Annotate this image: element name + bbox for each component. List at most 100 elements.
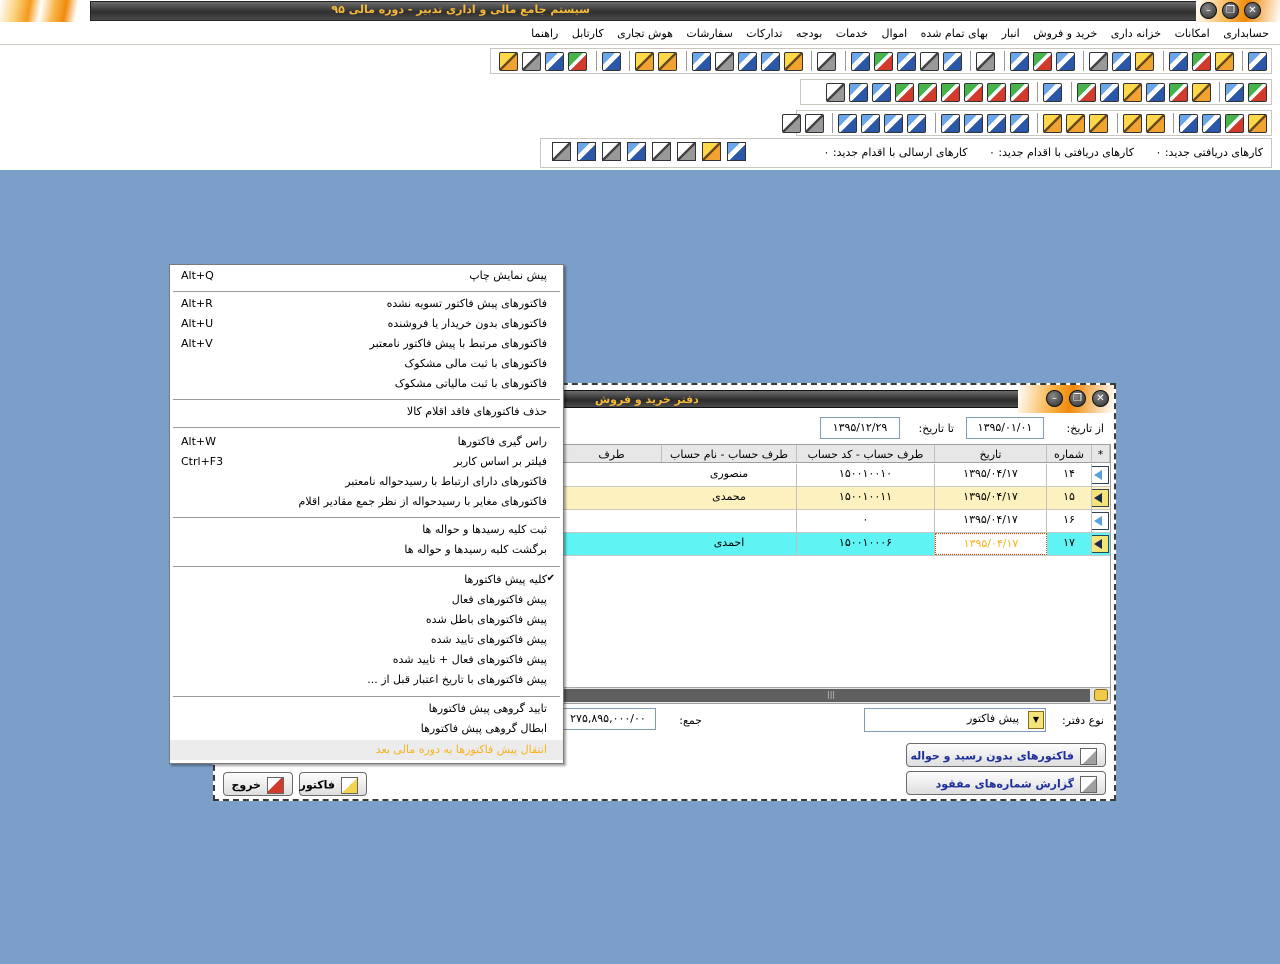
row-marker[interactable] (1091, 466, 1109, 484)
delete-col-icon[interactable] (1145, 82, 1165, 102)
doc-icon[interactable] (1112, 51, 1131, 71)
align-icon[interactable] (1099, 82, 1119, 102)
unreceived-invoices-button[interactable]: فاکتورهای بدون رسید و حواله (906, 743, 1106, 767)
sheet8-icon[interactable] (838, 113, 857, 133)
menu-item-group-cancel[interactable]: ابطال گروهی پیش فاکتورها (170, 719, 563, 739)
gear-icon[interactable] (577, 142, 596, 161)
menu-item-active-proforma[interactable]: پیش فاکتورهای فعال (170, 590, 563, 610)
menu-item-suspicious-tax[interactable]: فاکتورهای با ثبت مالیاتی مشکوک (170, 374, 563, 394)
table-icon[interactable] (1248, 51, 1267, 71)
sheet5-icon[interactable] (907, 113, 926, 133)
house3-icon[interactable] (1089, 113, 1108, 133)
menu-assets[interactable]: اموال (876, 25, 912, 42)
menu-item-invalid-receipt[interactable]: فاکتورهای دارای ارتباط با رسیدحواله نامع… (170, 472, 563, 492)
sheet3-icon[interactable] (963, 113, 983, 133)
lock-doc-icon[interactable] (783, 51, 803, 71)
menu-procurement[interactable]: تدارکات (741, 25, 787, 42)
horizontal-scrollbar[interactable] (564, 687, 1110, 703)
wrench-icon[interactable] (552, 142, 571, 161)
minimize-icon[interactable]: – (1200, 2, 1217, 19)
copy2-icon[interactable] (714, 51, 734, 71)
cell-date[interactable]: ۱۳۹۵/۰۴/۱۷ (935, 533, 1047, 555)
grid-icon[interactable] (1191, 51, 1211, 71)
report-icon[interactable] (1214, 51, 1234, 71)
table-row[interactable]: ۱۷ ۱۳۹۵/۰۴/۱۷ ۱۵۰۰۱۰۰۰۶ احمدی (564, 533, 1110, 556)
header-account-code[interactable]: طرف حساب - کد حساب (797, 445, 935, 462)
split-icon[interactable] (894, 82, 914, 102)
menu-accounting[interactable]: حسابداری (1218, 25, 1274, 42)
home-icon[interactable] (1248, 113, 1267, 133)
mail-icon[interactable] (1202, 113, 1221, 133)
filter-icon[interactable] (1191, 82, 1211, 102)
dialog-restore-icon[interactable]: ❐ (1069, 390, 1086, 407)
menu-item-no-party[interactable]: فاکتورهای بدون خریدار یا فروشنده Alt+U (170, 314, 563, 334)
menu-item-register-all[interactable]: ثبت کلیه رسیدها و حواله ها (170, 520, 563, 540)
received-action-count[interactable]: کارهای دریافتی با اقدام جدید: ۰ (989, 146, 1134, 159)
copy-icon[interactable] (1032, 51, 1052, 71)
house-icon[interactable] (1145, 113, 1165, 133)
transfer-icon[interactable] (737, 51, 757, 71)
menu-item-invalid-proforma[interactable]: فاکتورهای مرتبط با پیش فاکتور نامعتبر Alt… (170, 334, 563, 354)
chart2-icon[interactable] (1225, 113, 1244, 133)
pin-icon[interactable] (601, 51, 621, 71)
sheet-icon[interactable] (1009, 113, 1029, 133)
menu-cartable[interactable]: کارتابل (567, 25, 609, 42)
sheet7-icon[interactable] (861, 113, 880, 133)
sort-icon[interactable] (1225, 82, 1244, 102)
add-col-icon[interactable] (1168, 82, 1188, 102)
menu-item-all-proforma[interactable]: ✔ کلیه پیش فاکتورها (170, 570, 563, 590)
search-icon[interactable] (817, 51, 836, 71)
tree-icon[interactable] (873, 51, 893, 71)
header-number[interactable]: شماره (1047, 445, 1092, 462)
cards-icon[interactable] (652, 142, 671, 161)
dialog-minimize-icon[interactable]: – (1046, 390, 1063, 407)
restore-icon[interactable]: ❐ (1222, 2, 1239, 19)
from-date-field[interactable]: ۱۳۹۵/۰۱/۰۱ (966, 417, 1044, 439)
move-down-icon[interactable] (986, 82, 1006, 102)
menu-help[interactable]: راهنما (526, 25, 563, 42)
stack2-icon[interactable] (677, 142, 696, 161)
sum-icon[interactable] (1122, 82, 1142, 102)
sheet2-icon[interactable] (986, 113, 1006, 133)
avatar[interactable] (1043, 82, 1062, 102)
menu-item-print-preview[interactable]: پیش نمایش چاپ Alt+Q (170, 266, 563, 286)
move-up-icon[interactable] (1009, 82, 1029, 102)
list2-icon[interactable] (919, 51, 939, 71)
book-icon[interactable] (804, 113, 824, 133)
row-marker[interactable] (1091, 489, 1109, 507)
to-date-field[interactable]: ۱۳۹۵/۱۲/۲۹ (820, 417, 900, 439)
menu-item-expiry-before[interactable]: پیش فاکتورهای با تاریخ اعتبار قبل از ... (170, 670, 563, 690)
menu-bi[interactable]: هوش تجاری (612, 25, 678, 42)
column-icon[interactable] (976, 51, 995, 71)
menu-cost[interactable]: بهای تمام شده (916, 25, 993, 42)
menu-item-revert-all[interactable]: برگشت کلیه رسیدها و حواله ها (170, 540, 563, 560)
user-icon[interactable] (545, 51, 564, 71)
calculator-icon[interactable] (568, 51, 587, 71)
sheet4-icon[interactable] (940, 113, 960, 133)
download-icon[interactable] (871, 82, 891, 102)
menu-item-active-approved[interactable]: پیش فاکتورهای فعال + تایید شده (170, 650, 563, 670)
sync-icon[interactable] (727, 142, 746, 161)
list-icon[interactable] (942, 51, 962, 71)
row-marker[interactable] (1091, 512, 1109, 530)
edit-icon[interactable] (825, 82, 845, 102)
book-type-select[interactable]: پیش فاکتور (864, 708, 1046, 732)
menu-item-delete-empty[interactable]: حذف فاکتورهای فاقد اقلام کالا (170, 402, 563, 422)
hand-icon[interactable] (702, 142, 721, 161)
table-row[interactable]: ۱۴ ۱۳۹۵/۰۴/۱۷ ۱۵۰۰۱۰۰۱۰ منصوری (564, 464, 1110, 487)
list3-icon[interactable] (896, 51, 916, 71)
page-icon[interactable] (1089, 51, 1108, 71)
menu-treasury[interactable]: خزانه داری (1106, 25, 1166, 42)
table-row[interactable]: ۱۵ ۱۳۹۵/۰۴/۱۷ ۱۵۰۰۱۰۰۱۱ محمدی (564, 487, 1110, 510)
exit-icon[interactable] (1076, 82, 1096, 102)
header-account-name[interactable]: طرف حساب - نام حساب (662, 445, 797, 462)
received-new-count[interactable]: کارهای دریافتی جدید: ۰ (1155, 146, 1263, 159)
book2-icon[interactable] (781, 113, 801, 133)
house4-icon[interactable] (1066, 113, 1085, 133)
chevron-down-icon[interactable]: ▼ (1028, 711, 1044, 729)
menu-item-unsettled[interactable]: فاکتورهای پیش فاکتور تسویه نشده Alt+R (170, 294, 563, 314)
menu-item-suspicious-financial[interactable]: فاکتورهای با ثبت مالی مشکوک (170, 354, 563, 374)
house2-icon[interactable] (1122, 113, 1142, 133)
menu-item-approved-proforma[interactable]: پیش فاکتورهای تایید شده (170, 630, 563, 650)
menu-sales[interactable]: خرید و فروش (1028, 25, 1102, 42)
